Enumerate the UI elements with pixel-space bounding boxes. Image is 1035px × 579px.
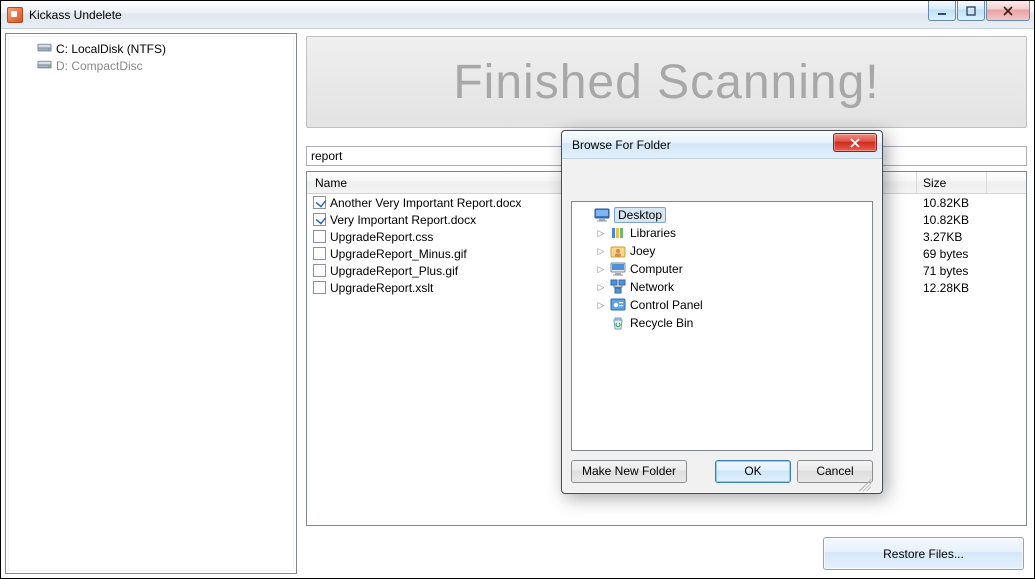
ok-button[interactable]: OK	[715, 460, 791, 483]
network-icon	[610, 279, 626, 295]
folder-label: Recycle Bin	[630, 316, 693, 330]
folder-label: Computer	[630, 262, 683, 276]
expand-arrow-icon[interactable]: ▷	[596, 246, 606, 257]
expand-arrow-icon[interactable]: ▷	[596, 300, 606, 311]
row-checkbox[interactable]	[313, 196, 326, 209]
minimize-button[interactable]	[928, 1, 956, 21]
folder-tree[interactable]: Desktop▷Libraries▷Joey▷Computer▷Network▷…	[571, 201, 873, 451]
folder-tree-item[interactable]: ▷ Network	[576, 278, 868, 296]
minimize-icon	[937, 6, 947, 16]
drive-item[interactable]: C: LocalDisk (NTFS)	[12, 40, 290, 57]
expand-arrow-icon[interactable]: ▷	[596, 228, 606, 239]
status-banner: Finished Scanning!	[306, 36, 1027, 128]
titlebar[interactable]: Kickass Undelete	[1, 1, 1034, 29]
drive-item[interactable]: D: CompactDisc	[12, 57, 290, 74]
folder-label: Joey	[630, 244, 655, 258]
file-size: 10.82KB	[917, 212, 987, 228]
file-size: 10.82KB	[917, 195, 987, 211]
folder-tree-item[interactable]: ▷ Computer	[576, 260, 868, 278]
libraries-icon	[610, 225, 626, 241]
column-header-size[interactable]: Size	[917, 172, 987, 193]
control-icon	[610, 297, 626, 313]
folder-tree-item[interactable]: ▷ Control Panel	[576, 296, 868, 314]
folder-tree-item[interactable]: ▷ Joey	[576, 242, 868, 260]
file-name: UpgradeReport.xslt	[330, 281, 433, 295]
file-name: UpgradeReport.css	[330, 230, 433, 244]
resize-grip[interactable]	[859, 479, 871, 491]
maximize-icon	[966, 6, 976, 16]
file-name: UpgradeReport_Plus.gif	[330, 264, 458, 278]
close-button[interactable]	[986, 1, 1030, 21]
computer-icon	[610, 261, 626, 277]
file-size: 71 bytes	[917, 263, 987, 279]
file-size: 69 bytes	[917, 246, 987, 262]
app-icon	[7, 7, 23, 23]
drive-icon	[37, 58, 52, 73]
folder-tree-item[interactable]: Recycle Bin	[576, 314, 868, 332]
file-size: 12.28KB	[917, 280, 987, 296]
file-name: Another Very Important Report.docx	[330, 196, 521, 210]
row-checkbox[interactable]	[313, 230, 326, 243]
dialog-titlebar[interactable]: Browse For Folder	[562, 131, 882, 159]
folder-label: Libraries	[630, 226, 676, 240]
folder-label: Control Panel	[630, 298, 703, 312]
drive-label: C: LocalDisk (NTFS)	[56, 42, 166, 56]
close-icon	[850, 138, 860, 148]
folder-tree-item[interactable]: ▷ Libraries	[576, 224, 868, 242]
file-name: Very Important Report.docx	[330, 213, 476, 227]
dialog-title: Browse For Folder	[572, 138, 671, 152]
row-checkbox[interactable]	[313, 264, 326, 277]
recycle-icon	[610, 315, 626, 331]
folder-label: Desktop	[614, 207, 666, 223]
restore-files-button[interactable]: Restore Files...	[823, 537, 1024, 570]
row-checkbox[interactable]	[313, 281, 326, 294]
dialog-close-button[interactable]	[833, 133, 877, 152]
file-size: 3.27KB	[917, 229, 987, 245]
row-checkbox[interactable]	[313, 213, 326, 226]
drive-tree[interactable]: C: LocalDisk (NTFS) D: CompactDisc	[5, 33, 297, 574]
expand-arrow-icon[interactable]: ▷	[596, 282, 606, 293]
desktop-icon	[594, 207, 610, 223]
folder-tree-item[interactable]: Desktop	[576, 206, 868, 224]
folder-label: Network	[630, 280, 674, 294]
make-new-folder-button[interactable]: Make New Folder	[571, 460, 687, 483]
browse-folder-dialog[interactable]: Browse For Folder Desktop ▷ Libraries ▷ Joey…	[561, 130, 883, 494]
window-title: Kickass Undelete	[29, 8, 122, 22]
row-checkbox[interactable]	[313, 247, 326, 260]
drive-icon	[37, 41, 52, 56]
user-icon	[610, 243, 626, 259]
maximize-button[interactable]	[957, 1, 985, 21]
close-icon	[1003, 6, 1013, 16]
expand-arrow-icon[interactable]: ▷	[596, 264, 606, 275]
file-name: UpgradeReport_Minus.gif	[330, 247, 467, 261]
drive-label: D: CompactDisc	[56, 59, 143, 73]
